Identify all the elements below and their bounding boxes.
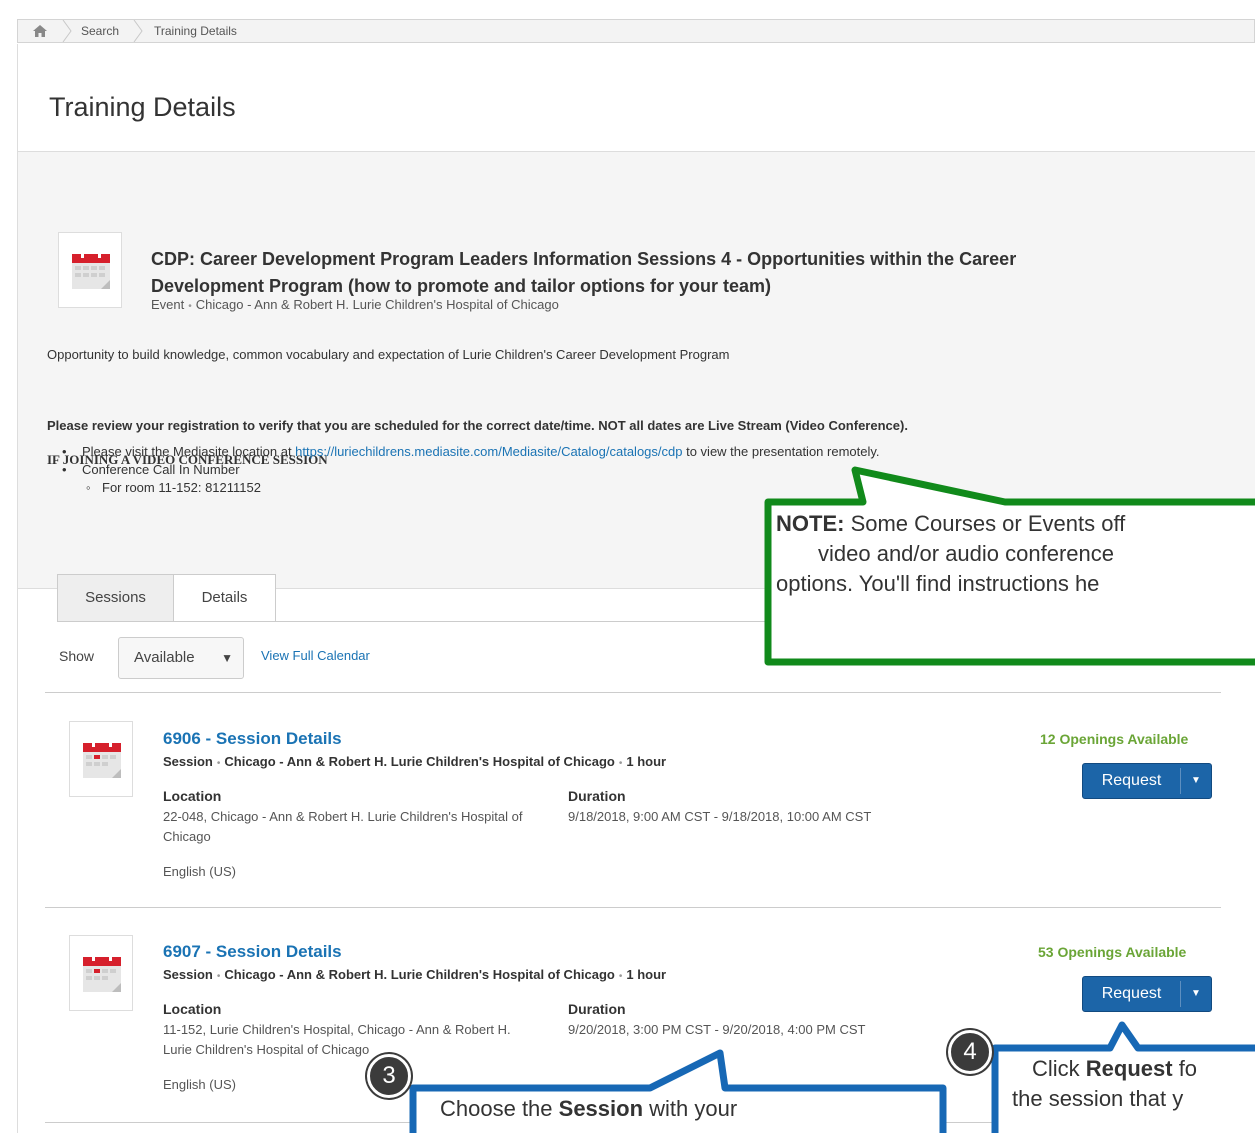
- step4-number-badge: 4: [948, 1030, 992, 1074]
- step4-callout: Click Request fo the session that y: [1012, 1056, 1198, 1111]
- step3-number-badge: 3: [367, 1054, 411, 1098]
- step3-callout: Choose the Session with your: [440, 1096, 738, 1121]
- app-frame: Search Training Details Training Details: [0, 0, 1255, 1133]
- note-callout: NOTE: Some Courses or Events off video a…: [776, 511, 1126, 596]
